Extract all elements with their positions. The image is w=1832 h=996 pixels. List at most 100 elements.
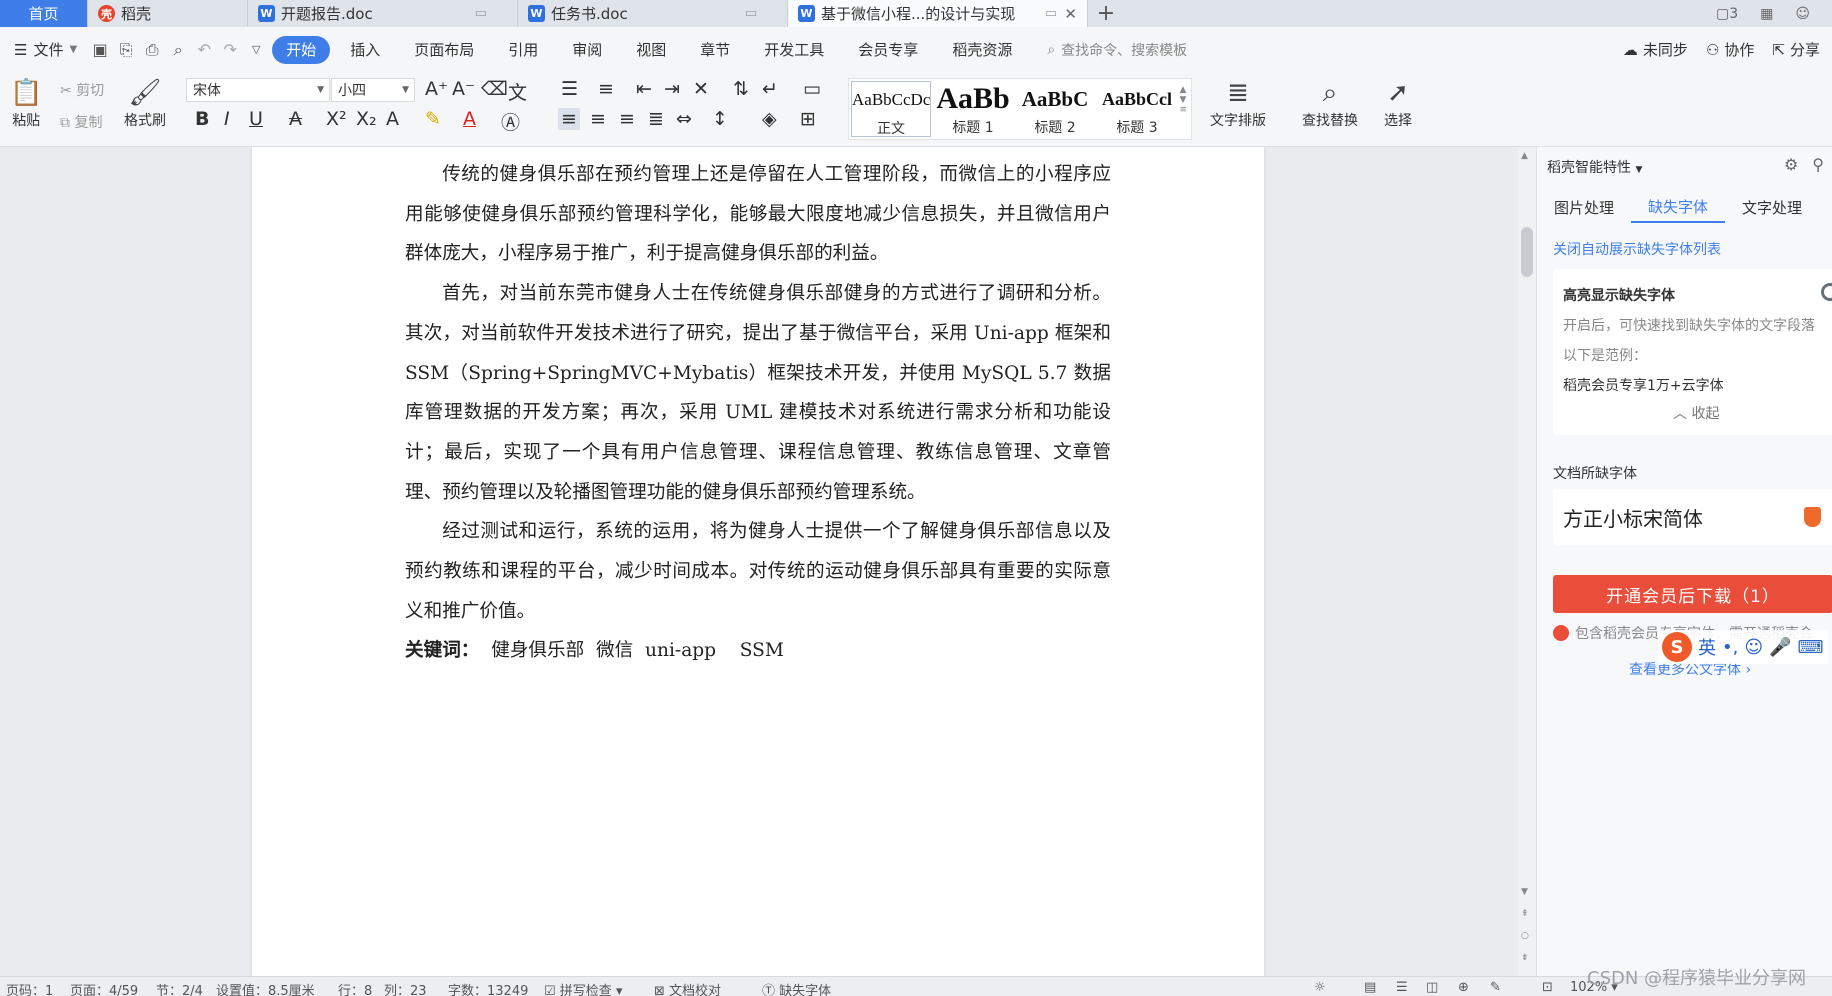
text-effect-icon[interactable]: A	[386, 108, 399, 130]
missing-font-item[interactable]: 方正小标宋简体	[1553, 489, 1832, 545]
menu-start[interactable]: 开始	[272, 35, 331, 64]
punctuation-icon[interactable]: •,	[1722, 637, 1738, 658]
italic-icon[interactable]: I	[224, 108, 230, 130]
menu-developer[interactable]: 开发工具	[747, 36, 841, 64]
tab-text-processing[interactable]: 文字处理	[1725, 191, 1819, 223]
ime-toolbar[interactable]: S 英 •, ☺ 🎤 ⌨	[1658, 630, 1828, 664]
missing-font-status[interactable]: Ⓣ 缺失字体	[762, 980, 831, 996]
decrease-indent-icon[interactable]: ⇤	[636, 78, 652, 100]
pin-icon[interactable]: ▭	[475, 6, 487, 21]
text-layout-button[interactable]: ≣ 文字排版	[1210, 76, 1266, 130]
sort-icon[interactable]: ⇅	[733, 78, 749, 100]
command-search[interactable]: ⌕ 查找命令、搜索模板	[1047, 40, 1187, 60]
menu-insert[interactable]: 插入	[333, 36, 397, 64]
annotate-icon[interactable]: ✎	[1490, 980, 1501, 995]
shading-icon[interactable]: ◈	[762, 108, 777, 130]
distributed-icon[interactable]: ⇔	[676, 108, 692, 130]
gear-icon[interactable]: ⚙	[1784, 155, 1798, 174]
menu-page-layout[interactable]: 页面布局	[397, 36, 491, 64]
print-preview-icon[interactable]: ⌕	[165, 37, 191, 63]
document-body[interactable]: 传统的健身俱乐部在预约管理上还是停留在人工管理阶段，而微信上的小程序应用能够使健…	[405, 155, 1111, 671]
menu-review[interactable]: 审阅	[555, 36, 619, 64]
microphone-icon[interactable]: 🎤	[1769, 637, 1791, 658]
tab-home[interactable]: 首页	[0, 0, 88, 27]
collab-button[interactable]: ⚇ 协作	[1706, 39, 1754, 60]
status-page-code[interactable]: 页码：1	[6, 980, 53, 996]
new-tab-button[interactable]: +	[1088, 0, 1124, 27]
prev-page-icon[interactable]: ⇞	[1521, 909, 1529, 919]
format-painter-button[interactable]: 🖌 格式刷	[124, 76, 166, 130]
customize-toolbar-icon[interactable]: ▽	[243, 37, 269, 63]
align-center-icon[interactable]: ≡	[590, 108, 606, 130]
scroll-thumb[interactable]	[1521, 227, 1533, 277]
document-page[interactable]: 传统的健身俱乐部在预约管理上还是停留在人工管理阶段，而微信上的小程序应用能够使健…	[252, 147, 1264, 976]
find-replace-button[interactable]: ⌕ 查找替换	[1302, 76, 1358, 130]
grow-font-icon[interactable]: A⁺	[425, 78, 448, 100]
paragraph-3[interactable]: 经过测试和运行，系统的运用，将为健身人士提供一个了解健身俱乐部信息以及预约教练和…	[405, 512, 1111, 631]
style-heading-1[interactable]: AaBb 标题 1	[933, 81, 1013, 137]
export-pdf-icon[interactable]: ⎘	[113, 37, 139, 63]
paragraph-1[interactable]: 传统的健身俱乐部在预约管理上还是停留在人工管理阶段，而微信上的小程序应用能够使健…	[405, 155, 1111, 274]
emoji-icon[interactable]: ☺	[1744, 637, 1763, 658]
outline-view-icon[interactable]: ☰	[1396, 980, 1408, 995]
show-marks-icon[interactable]: ↵	[762, 78, 778, 100]
status-setting[interactable]: 设置值：8.5厘米	[216, 980, 315, 996]
scroll-down-icon[interactable]: ▼	[1521, 887, 1528, 897]
menu-chapter[interactable]: 章节	[683, 36, 747, 64]
pin-icon[interactable]: ⚲	[1812, 155, 1824, 174]
copy-button[interactable]: ⧉ 复制	[60, 112, 102, 132]
status-word-count[interactable]: 字数：13249	[448, 980, 528, 996]
window-count-icon[interactable]: ▢3	[1716, 6, 1738, 22]
underline-icon[interactable]: U	[249, 108, 263, 130]
panel-title[interactable]: 稻壳智能特性 ▼	[1547, 157, 1642, 177]
scroll-up-icon[interactable]: ▲	[1521, 151, 1528, 161]
reading-view-icon[interactable]: ◫	[1426, 980, 1438, 995]
share-button[interactable]: ⇱ 分享	[1772, 39, 1820, 60]
table-tools-icon[interactable]: ▭	[803, 78, 821, 100]
line-spacing-icon[interactable]: ↕	[712, 108, 728, 130]
ime-language[interactable]: 英	[1698, 634, 1716, 660]
file-menu[interactable]: ☰ 文件 ▼	[0, 39, 87, 60]
close-icon[interactable]: ✕	[1064, 5, 1077, 23]
numbered-list-icon[interactable]: ≡	[598, 78, 614, 100]
undo-icon[interactable]: ↶	[191, 37, 217, 63]
font-size-select[interactable]: 小四 ▼	[331, 78, 415, 102]
eye-protect-icon[interactable]: ☼	[1314, 980, 1326, 995]
status-row[interactable]: 行：8	[338, 980, 372, 996]
pinyin-icon[interactable]: 文	[508, 78, 527, 105]
tab-image-processing[interactable]: 图片处理	[1537, 191, 1631, 223]
keyboard-icon[interactable]: ⌨	[1798, 637, 1824, 658]
tab-task-doc[interactable]: W 任务书.doc ▭	[518, 0, 788, 27]
select-button[interactable]: ➚ 选择	[1384, 76, 1412, 130]
menu-references[interactable]: 引用	[491, 36, 555, 64]
font-name-select[interactable]: 宋体 ▼	[186, 78, 330, 102]
menu-member[interactable]: 会员专享	[841, 36, 935, 64]
font-color-icon[interactable]: A	[463, 108, 476, 130]
highlight-toggle[interactable]	[1821, 283, 1832, 301]
paragraph-2[interactable]: 首先，对当前东莞市健身人士在传统健身俱乐部健身的方式进行了调研和分析。其次，对当…	[405, 274, 1111, 512]
status-section[interactable]: 节：2/4	[156, 980, 203, 996]
style-heading-2[interactable]: AaBbC 标题 2	[1015, 81, 1095, 137]
document-proof-button[interactable]: ⊠ 文档校对	[654, 980, 721, 996]
justify-icon[interactable]: ≣	[648, 108, 664, 130]
style-normal[interactable]: AaBbCcDc 正文	[851, 81, 931, 137]
highlight-icon[interactable]: ✎	[425, 108, 441, 130]
status-page[interactable]: 页面：4/59	[70, 980, 138, 996]
fit-width-icon[interactable]: ⊡	[1542, 980, 1553, 995]
web-view-icon[interactable]: ⊕	[1458, 980, 1469, 995]
align-left-icon[interactable]: ≡	[558, 108, 580, 130]
save-icon[interactable]: ▣	[87, 37, 113, 63]
spell-check-toggle[interactable]: ☑ 拼写检查 ▾	[544, 980, 622, 996]
pin-icon[interactable]: ▭	[745, 6, 757, 21]
align-right-icon[interactable]: ≡	[619, 108, 635, 130]
menu-view[interactable]: 视图	[619, 36, 683, 64]
increase-indent-icon[interactable]: ⇥	[664, 78, 680, 100]
vertical-scrollbar[interactable]: ▲ ▼ ⇞ ○ ⇟	[1518, 147, 1536, 976]
clear-format-icon[interactable]: ⌫	[481, 78, 508, 100]
tab-thesis-doc[interactable]: W 基于微信小程...的设计与实现 ▭ ✕	[788, 0, 1088, 27]
bullet-list-icon[interactable]: ☰	[561, 78, 578, 100]
style-scroll-icon[interactable]: ▲ ▼ ≡	[1179, 85, 1187, 115]
collapse-button[interactable]: ︿ 收起	[1673, 403, 1719, 423]
redo-icon[interactable]: ↷	[217, 37, 243, 63]
tab-proposal-doc[interactable]: W 开题报告.doc ▭	[248, 0, 518, 27]
